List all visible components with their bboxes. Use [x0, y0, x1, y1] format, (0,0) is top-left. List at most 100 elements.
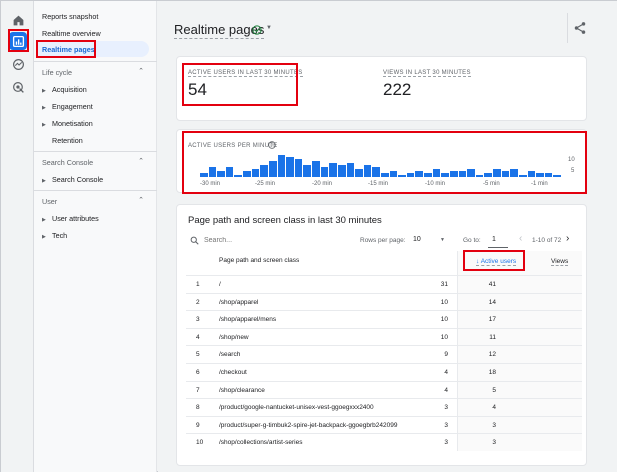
chevron-up-icon[interactable]: ⌃	[138, 67, 144, 75]
rows-per-page-select[interactable]: 10	[413, 236, 421, 243]
table-title: Page path and screen class in last 30 mi…	[188, 215, 382, 226]
goto-underline	[488, 247, 508, 248]
chart-bar	[329, 163, 337, 177]
nav-acquisition[interactable]: ▶ Acquisition	[42, 85, 87, 94]
chart-bar	[303, 165, 312, 177]
table-row[interactable]: 2/shop/apparel 10 14	[186, 292, 582, 310]
table-row[interactable]: 7/shop/clearance 4 5	[186, 380, 582, 398]
chart-bar	[363, 165, 372, 177]
page-path: /checkout	[219, 369, 247, 376]
chevron-up-icon[interactable]: ⌃	[138, 196, 144, 204]
search-icon	[190, 236, 199, 245]
column-header-active-users[interactable]: ↓ Active users	[476, 258, 517, 266]
row-number: 9	[196, 421, 200, 429]
nav-engagement[interactable]: ▶ Engagement	[42, 102, 93, 111]
active-users-value: 10	[440, 298, 448, 306]
x-tick: -5 min	[483, 181, 500, 187]
table-row[interactable]: 1 / 31 41	[186, 275, 582, 292]
row-number: 7	[196, 386, 200, 394]
x-tick: -30 min	[200, 181, 221, 187]
row-number: 8	[196, 404, 200, 412]
chart-title: ACTIVE USERS PER MINUTE	[188, 143, 278, 149]
views-value: 3	[492, 439, 496, 447]
nav-retention[interactable]: Retention	[52, 136, 83, 145]
chevron-down-icon[interactable]: ▼	[440, 237, 445, 243]
expand-arrow-icon: ▶	[42, 105, 46, 111]
active-users-value: 9	[444, 351, 448, 359]
reports-icon[interactable]	[9, 32, 27, 50]
chart-bar	[527, 171, 536, 177]
y-tick: 5	[571, 168, 575, 174]
views-value: 41	[488, 281, 496, 288]
help-icon[interactable]: ?	[268, 141, 276, 149]
row-number: 10	[196, 439, 204, 447]
page-path: /product/super-g-timbuk2-spire-jet-backp…	[219, 421, 398, 429]
chart-bar	[475, 175, 484, 177]
active-users-value: 3	[444, 439, 448, 447]
table-row[interactable]: 5/search 9 12	[186, 345, 582, 362]
nav-realtime-pages[interactable]: Realtime pages	[42, 45, 95, 54]
views-value: 5	[492, 386, 496, 394]
table-row[interactable]: 4/shop/new 10 11	[186, 327, 582, 345]
chevron-up-icon[interactable]: ⌃	[138, 157, 144, 165]
row-number: 2	[196, 298, 200, 306]
goto-input[interactable]: 1	[492, 236, 496, 243]
nav-reports-snapshot[interactable]: Reports snapshot	[42, 12, 98, 21]
nav-section-search-console[interactable]: Search Console	[42, 158, 93, 167]
check-circle-icon[interactable]	[252, 25, 262, 35]
column-header-active-users-label: Active users	[480, 258, 517, 265]
icon-rail	[1, 1, 34, 472]
share-icon[interactable]	[573, 21, 587, 35]
active-users-value: 31	[440, 281, 448, 288]
active-users-value: 3	[444, 404, 448, 412]
prev-page-icon[interactable]: ‹	[519, 233, 522, 244]
table-search-input[interactable]	[204, 234, 324, 246]
explore-icon[interactable]	[9, 55, 27, 73]
chart-bar	[381, 173, 389, 177]
dropdown-caret-icon[interactable]: ▼	[266, 25, 272, 31]
expand-arrow-icon: ▶	[42, 88, 46, 94]
nav-realtime-overview[interactable]: Realtime overview	[42, 29, 101, 38]
chart-bar	[441, 173, 449, 177]
nav-section-user[interactable]: User	[42, 197, 57, 206]
chart-bar	[415, 171, 424, 177]
table-row[interactable]: 10/shop/collections/artist-series 3 3	[186, 433, 582, 450]
chart-bar	[406, 173, 415, 177]
views-value: 222	[383, 80, 412, 99]
nav-user-attributes-label: User attributes	[52, 214, 99, 223]
nav-tech[interactable]: ▶ Tech	[42, 231, 67, 240]
table-row[interactable]: 9/product/super-g-timbuk2-spire-jet-back…	[186, 415, 582, 433]
chart-bar	[217, 171, 225, 177]
chart-bar	[320, 167, 329, 177]
chart-bar	[449, 171, 458, 177]
nav-search-console[interactable]: ▶ Search Console	[42, 175, 103, 184]
nav-tech-label: Tech	[52, 231, 68, 240]
chart-bar	[544, 173, 553, 177]
views-value: 12	[488, 351, 496, 359]
chart-bar	[424, 173, 432, 177]
x-tick: -10 min	[425, 181, 446, 187]
active-users-value: 3	[444, 421, 448, 429]
row-number: 6	[196, 369, 200, 376]
chart-bar	[536, 173, 544, 177]
views-value: 18	[488, 369, 496, 376]
next-page-icon[interactable]: ›	[566, 233, 569, 244]
nav-monetisation[interactable]: ▶ Monetisation	[42, 119, 93, 128]
nav-user-attributes[interactable]: ▶ User attributes	[42, 214, 99, 223]
column-header-page-path[interactable]: Page path and screen class	[219, 257, 299, 264]
views-value: 17	[488, 316, 496, 324]
table-row[interactable]: 3/shop/apparel/mens 10 17	[186, 310, 582, 327]
table-row[interactable]: 6/checkout 4 18	[186, 363, 582, 380]
column-header-views[interactable]: Views	[551, 258, 569, 266]
nav-section-lifecycle[interactable]: Life cycle	[42, 68, 72, 77]
chart-bar	[243, 171, 251, 177]
row-number: 5	[196, 351, 200, 359]
home-icon[interactable]	[9, 11, 27, 29]
chart-bar	[372, 167, 380, 177]
advertising-icon[interactable]	[9, 78, 27, 96]
rows-per-page-label: Rows per page:	[360, 237, 406, 244]
nav-divider	[34, 190, 157, 191]
page-path: /shop/collections/artist-series	[219, 439, 303, 447]
table-row[interactable]: 8/product/google-nantucket-unisex-vest-g…	[186, 398, 582, 415]
nav-engagement-label: Engagement	[52, 102, 93, 111]
